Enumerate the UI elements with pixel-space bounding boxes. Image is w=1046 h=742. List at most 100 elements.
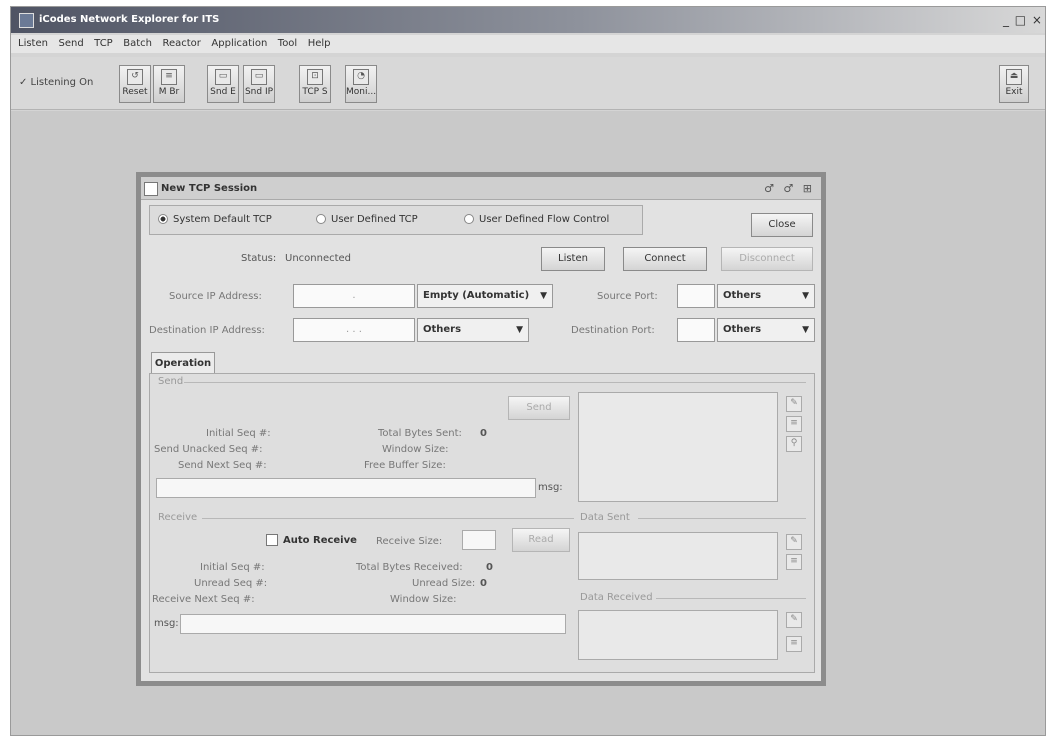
divider	[656, 598, 806, 599]
monitor-icon: ◔	[353, 69, 369, 85]
data-sent-area[interactable]	[578, 532, 778, 580]
unread-size-value: 0	[480, 578, 487, 589]
unread-size-label: Unread Size:	[412, 578, 476, 589]
radio-system-default-tcp[interactable]: System Default TCP	[158, 214, 272, 225]
radio-selected-icon	[158, 214, 168, 224]
chevron-down-icon: ▼	[516, 325, 523, 335]
title-bar: iCodes Network Explorer for ITS _ □ ×	[11, 7, 1045, 33]
total-bytes-sent-value: 0	[480, 428, 487, 439]
window-title: iCodes Network Explorer for ITS	[39, 14, 220, 25]
app-icon	[19, 13, 34, 28]
clear-icon[interactable]: ≡	[786, 554, 802, 570]
menu-tcp[interactable]: TCP	[94, 38, 113, 49]
send-log-area[interactable]	[578, 392, 778, 502]
send-unacked-seq-label: Send Unacked Seq #:	[154, 444, 263, 455]
send-window-size-label: Window Size:	[382, 444, 449, 455]
tcp-session-icon: ⊡	[307, 69, 323, 85]
send-msg-label: msg:	[538, 482, 563, 493]
edit-icon[interactable]: ✎	[786, 396, 802, 412]
source-port-label: Source Port:	[597, 291, 658, 302]
destination-ip-label: Destination IP Address:	[149, 325, 265, 336]
total-bytes-sent-label: Total Bytes Sent:	[378, 428, 462, 439]
menu-help[interactable]: Help	[308, 38, 331, 49]
menu-bar: Listen Send TCP Batch Reactor Applicatio…	[11, 35, 1045, 53]
menu-tool[interactable]: Tool	[278, 38, 297, 49]
radio-unselected-icon	[464, 214, 474, 224]
status-value: Unconnected	[285, 253, 352, 264]
auto-receive-checkbox[interactable]: Auto Receive	[266, 534, 357, 546]
send-initial-seq-label: Initial Seq #:	[206, 428, 271, 439]
source-ip-combo[interactable]: Empty (Automatic) ▼	[417, 284, 553, 308]
listening-toggle[interactable]: ✓ Listening On	[19, 77, 93, 88]
dialog-title-bar: New TCP Session ♂ ♂ ⊞	[141, 177, 821, 200]
radio-user-defined-tcp[interactable]: User Defined TCP	[316, 214, 418, 225]
divider	[202, 518, 574, 519]
data-sent-title: Data Sent	[580, 512, 630, 523]
edit-icon[interactable]: ✎	[786, 534, 802, 550]
chevron-down-icon: ▼	[802, 325, 809, 335]
source-port-combo[interactable]: Others ▼	[717, 284, 815, 308]
send-ethernet-icon: ▭	[215, 69, 231, 85]
exit-icon: ⏏	[1006, 69, 1022, 85]
clear-icon[interactable]: ≡	[786, 416, 802, 432]
dialog-window-controls[interactable]: ♂ ♂ ⊞	[764, 182, 815, 195]
divider	[638, 518, 806, 519]
listen-button[interactable]: Listen	[541, 247, 605, 271]
receive-size-field[interactable]	[462, 530, 496, 550]
total-bytes-received-label: Total Bytes Received:	[356, 562, 463, 573]
receive-window-size-label: Window Size:	[390, 594, 457, 605]
destination-port-label: Destination Port:	[571, 325, 655, 336]
menu-batch[interactable]: Batch	[123, 38, 152, 49]
exit-button[interactable]: ⏏ Exit	[999, 65, 1029, 103]
broadcast-button[interactable]: ≡ M Br	[153, 65, 185, 103]
dialog-menu-icon[interactable]	[144, 182, 158, 196]
data-received-area[interactable]	[578, 610, 778, 660]
monitor-button[interactable]: ◔ Moni...	[345, 65, 377, 103]
read-button[interactable]: Read	[512, 528, 570, 552]
edit-icon[interactable]: ✎	[786, 612, 802, 628]
broadcast-icon: ≡	[161, 69, 177, 85]
chevron-down-icon: ▼	[540, 291, 547, 301]
send-ip-icon: ▭	[251, 69, 267, 85]
destination-port-field[interactable]	[677, 318, 715, 342]
reset-button[interactable]: ↺ Reset	[119, 65, 151, 103]
receive-message-field[interactable]	[180, 614, 566, 634]
source-ip-label: Source IP Address:	[169, 291, 262, 302]
toolbar: ✓ Listening On ↺ Reset ≡ M Br ▭ Snd E ▭ Snd …	[11, 57, 1045, 110]
source-port-field[interactable]	[677, 284, 715, 308]
reset-icon: ↺	[127, 69, 143, 85]
close-button[interactable]: Close	[751, 213, 813, 237]
send-message-input[interactable]	[156, 478, 536, 498]
radio-unselected-icon	[316, 214, 326, 224]
receive-size-label: Receive Size:	[376, 536, 443, 547]
divider	[184, 382, 806, 383]
send-ethernet-button[interactable]: ▭ Snd E	[207, 65, 239, 103]
connect-button[interactable]: Connect	[623, 247, 707, 271]
menu-application[interactable]: Application	[211, 38, 267, 49]
send-next-seq-label: Send Next Seq #:	[178, 460, 267, 471]
tab-operation[interactable]: Operation	[151, 352, 215, 374]
status-label: Status:	[241, 253, 277, 264]
menu-send[interactable]: Send	[58, 38, 83, 49]
checkbox-icon	[266, 534, 278, 546]
clear-icon[interactable]: ≡	[786, 636, 802, 652]
menu-reactor[interactable]: Reactor	[162, 38, 200, 49]
disconnect-button[interactable]: Disconnect	[721, 247, 813, 271]
send-ip-button[interactable]: ▭ Snd IP	[243, 65, 275, 103]
send-button[interactable]: Send	[508, 396, 570, 420]
radio-user-defined-flow-control[interactable]: User Defined Flow Control	[464, 214, 609, 225]
total-bytes-received-value: 0	[486, 562, 493, 573]
destination-ip-combo[interactable]: Others ▼	[417, 318, 529, 342]
destination-port-combo[interactable]: Others ▼	[717, 318, 815, 342]
window-controls[interactable]: _ □ ×	[1003, 13, 1043, 27]
source-ip-field[interactable]: .	[293, 284, 415, 308]
search-icon[interactable]: ⚲	[786, 436, 802, 452]
menu-listen[interactable]: Listen	[18, 38, 48, 49]
destination-ip-field[interactable]: . . .	[293, 318, 415, 342]
receive-next-seq-label: Receive Next Seq #:	[152, 594, 255, 605]
unread-seq-label: Unread Seq #:	[194, 578, 268, 589]
chevron-down-icon: ▼	[802, 291, 809, 301]
data-received-title: Data Received	[580, 592, 653, 603]
tcp-session-button[interactable]: ⊡ TCP S	[299, 65, 331, 103]
tcp-mode-radio-group: System Default TCP User Defined TCP User…	[149, 205, 643, 235]
